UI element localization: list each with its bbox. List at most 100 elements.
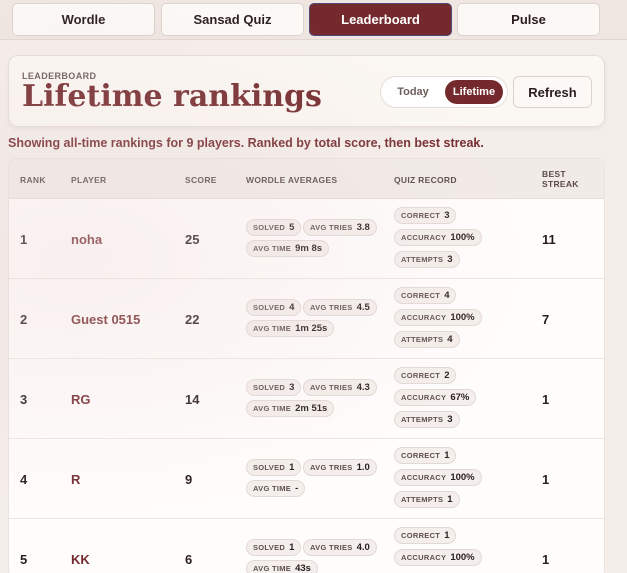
top-nav: Wordle Sansad Quiz Leaderboard Pulse [0, 0, 627, 40]
row-score: 6 [185, 552, 193, 567]
chip-label: AVG TRIES [310, 223, 353, 232]
chip-solved: SOLVED 1 [246, 539, 302, 556]
header-quiz-record: QUIZ RECORD [394, 175, 457, 185]
header-best-streak-line2: STREAK [542, 179, 579, 189]
chip-correct: CORRECT 4 [394, 287, 457, 304]
chip-label: AVG TIME [253, 564, 292, 573]
chip-correct: CORRECT 2 [394, 367, 457, 384]
chip-solved: SOLVED 1 [246, 459, 302, 476]
chip-label: ACCURACY [401, 393, 447, 402]
chip-attempts: ATTEMPTS 1 [394, 491, 460, 508]
chip-solved: SOLVED 5 [246, 219, 302, 236]
table-header: RANK PLAYER SCORE WORDLE AVERAGES QUIZ R… [9, 159, 604, 199]
header-best-streak: BEST STREAK [542, 169, 592, 189]
toggle-lifetime[interactable]: Lifetime [445, 80, 503, 104]
row-best-streak: 1 [542, 472, 550, 487]
chip-label: ACCURACY [401, 233, 447, 242]
chip-value: 3 [289, 382, 295, 393]
row-best-streak: 11 [542, 232, 556, 247]
chip-label: SOLVED [253, 463, 286, 472]
chip-label: CORRECT [401, 371, 441, 380]
chip-label: ACCURACY [401, 473, 447, 482]
toggle-today[interactable]: Today [387, 80, 439, 104]
chip-avg-time: AVG TIME - [246, 480, 306, 497]
chip-accuracy: ACCURACY 67% [394, 389, 477, 406]
row-best-streak: 1 [542, 392, 550, 407]
chip-accuracy: ACCURACY 100% [394, 469, 482, 486]
chip-value: 3 [447, 254, 453, 265]
chip-value: 1 [444, 450, 450, 461]
chip-accuracy: ACCURACY 100% [394, 229, 482, 246]
row-player[interactable]: noha [71, 232, 102, 247]
chip-avg-time: AVG TIME 2m 51s [246, 400, 335, 417]
chip-value: 4.3 [356, 382, 370, 393]
header-rank: RANK [20, 175, 46, 185]
chip-value: 1.0 [356, 462, 370, 473]
chip-label: AVG TIME [253, 404, 292, 413]
table-row: 1 noha 25 SOLVED 5 AVG TRIES 3.8 AVG TIME 9… [9, 199, 604, 279]
chip-label: CORRECT [401, 451, 441, 460]
refresh-button[interactable]: Refresh [513, 76, 592, 108]
row-rank: 1 [20, 232, 28, 247]
tab-leaderboard[interactable]: Leaderboard [309, 3, 452, 36]
row-rank: 4 [20, 472, 28, 487]
row-best-streak: 7 [542, 312, 550, 327]
chip-value: 4.5 [356, 302, 370, 313]
chip-value: 4 [289, 302, 295, 313]
chip-value: 100% [450, 312, 475, 323]
row-rank: 5 [20, 552, 28, 567]
chip-label: ATTEMPTS [401, 255, 444, 264]
chip-label: ATTEMPTS [401, 495, 444, 504]
chip-value: 4.0 [356, 542, 370, 553]
chip-value: 1 [289, 542, 295, 553]
chip-label: AVG TRIES [310, 383, 353, 392]
leaderboard-table: RANK PLAYER SCORE WORDLE AVERAGES QUIZ R… [8, 158, 605, 573]
chip-avg-tries: AVG TRIES 4.3 [303, 379, 377, 396]
chip-label: AVG TRIES [310, 303, 353, 312]
row-player[interactable]: Guest 0515 [71, 312, 140, 327]
chip-label: SOLVED [253, 223, 286, 232]
header-score: SCORE [185, 175, 217, 185]
chip-label: ATTEMPTS [401, 415, 444, 424]
chip-label: SOLVED [253, 543, 286, 552]
row-best-streak: 1 [542, 552, 550, 567]
tab-wordle[interactable]: Wordle [12, 3, 155, 36]
table-row: 4 R 9 SOLVED 1 AVG TRIES 1.0 AVG TIME - COR… [9, 439, 604, 519]
chip-label: SOLVED [253, 383, 286, 392]
chip-value: - [295, 483, 299, 494]
chip-value: 3 [444, 210, 450, 221]
header-best-streak-line1: BEST [542, 169, 566, 179]
chip-accuracy: ACCURACY 100% [394, 309, 482, 326]
row-rank: 2 [20, 312, 28, 327]
row-score: 9 [185, 472, 193, 487]
chip-value: 1 [289, 462, 295, 473]
tab-sansad-quiz[interactable]: Sansad Quiz [161, 3, 304, 36]
period-toggle: Today Lifetime [380, 76, 508, 108]
tab-pulse[interactable]: Pulse [457, 3, 600, 36]
chip-value: 67% [450, 392, 470, 403]
chip-value: 100% [450, 472, 475, 483]
chip-value: 2 [444, 370, 450, 381]
chip-label: CORRECT [401, 211, 441, 220]
row-player[interactable]: R [71, 472, 80, 487]
chip-label: ACCURACY [401, 313, 447, 322]
chip-label: CORRECT [401, 531, 441, 540]
chip-value: 4 [447, 334, 453, 345]
chip-correct: CORRECT 1 [394, 447, 457, 464]
table-row: 2 Guest 0515 22 SOLVED 4 AVG TRIES 4.5 AVG… [9, 279, 604, 359]
chip-avg-tries: AVG TRIES 1.0 [303, 459, 377, 476]
chip-value: 43s [295, 563, 311, 573]
chip-attempts: ATTEMPTS 3 [394, 251, 460, 268]
chip-value: 3.8 [356, 222, 370, 233]
row-score: 22 [185, 312, 200, 327]
row-player[interactable]: RG [71, 392, 91, 407]
chip-attempts: ATTEMPTS 3 [394, 411, 460, 428]
chip-accuracy: ACCURACY 100% [394, 549, 482, 566]
chip-avg-time: AVG TIME 1m 25s [246, 320, 335, 337]
chip-value: 9m 8s [295, 243, 323, 254]
chip-label: AVG TIME [253, 244, 292, 253]
row-player[interactable]: KK [71, 552, 90, 567]
chip-value: 2m 51s [295, 403, 328, 414]
chip-avg-tries: AVG TRIES 3.8 [303, 219, 377, 236]
chip-value: 1m 25s [295, 323, 328, 334]
